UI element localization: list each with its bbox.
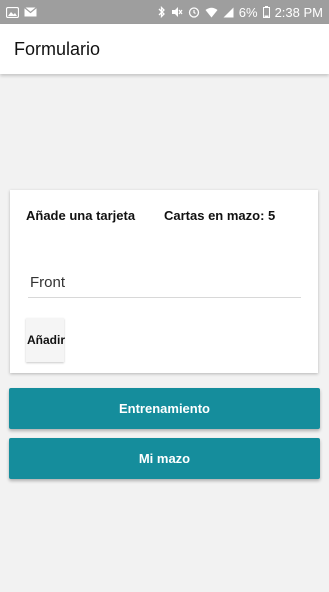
mute-icon <box>171 6 183 18</box>
app-bar: Formulario <box>0 24 329 74</box>
mail-icon <box>24 7 37 17</box>
add-card-panel: Añade una tarjeta Cartas en mazo: 5 Añad… <box>10 190 318 373</box>
status-bar: 6% 2:38 PM <box>0 0 329 24</box>
battery-percent: 6% <box>238 4 258 20</box>
alarm-icon <box>188 6 200 18</box>
add-card-label: Añade una tarjeta <box>26 208 136 223</box>
battery-icon <box>262 6 270 18</box>
training-button-label: Entrenamiento <box>118 401 210 416</box>
wifi-icon <box>205 7 218 18</box>
page-title: Formulario <box>14 38 101 59</box>
signal-icon <box>223 7 234 18</box>
my-deck-button-label: Mi mazo <box>138 451 191 466</box>
add-button-label: Añadir <box>27 333 66 347</box>
gallery-icon <box>6 6 19 18</box>
add-button[interactable]: Añadir <box>26 318 66 362</box>
card-header: Añade una tarjeta Cartas en mazo: 5 <box>26 208 308 223</box>
status-time: 2:38 PM <box>274 4 323 20</box>
deck-count-label: Cartas en mazo: 5 <box>164 208 276 223</box>
front-input[interactable] <box>28 268 301 298</box>
bluetooth-icon <box>158 6 166 18</box>
training-button[interactable]: Entrenamiento <box>9 388 320 429</box>
my-deck-button[interactable]: Mi mazo <box>9 438 320 479</box>
